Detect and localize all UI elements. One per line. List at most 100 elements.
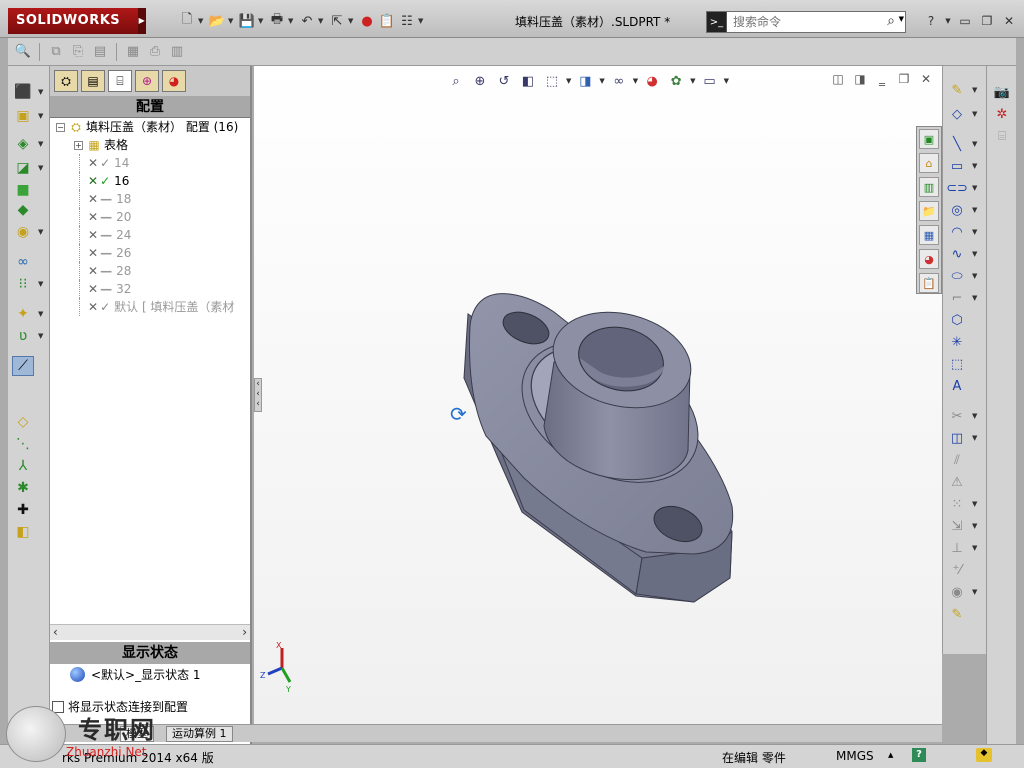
spline-dropdown-icon[interactable]: ▼	[972, 250, 977, 258]
tree-root[interactable]: − ⛭ 填料压盖（素材） 配置 (16)	[50, 118, 250, 136]
config-item[interactable]: ✕ —26	[50, 244, 250, 262]
configuration-manager-tab-icon[interactable]: ⌸	[108, 70, 132, 92]
ellipse-dropdown-icon[interactable]: ▼	[972, 272, 977, 280]
ellipse-icon[interactable]: ⬭	[947, 266, 967, 286]
unit-dropdown-icon[interactable]: ▲	[888, 751, 893, 759]
sweep-icon[interactable]: ◪	[12, 158, 34, 178]
table-icon[interactable]: ▥	[168, 43, 186, 61]
linear-pattern-icon[interactable]: ⁝⁝	[12, 274, 34, 294]
config-item[interactable]: ✕ —18	[50, 190, 250, 208]
sketch-edit-dropdown-icon[interactable]: ▼	[972, 86, 977, 94]
extrude-dropdown-icon[interactable]: ▼	[38, 112, 43, 120]
convert-entities-icon[interactable]: ◫	[947, 428, 967, 448]
print-dropdown-icon[interactable]: ▼	[288, 17, 296, 25]
loft-icon[interactable]: ■	[12, 180, 34, 200]
undo-dropdown-icon[interactable]: ▼	[318, 17, 326, 25]
arc-icon[interactable]: ◠	[947, 222, 967, 242]
search-dropdown-icon[interactable]: ▼	[899, 15, 904, 23]
design-library-icon[interactable]: ▥	[919, 177, 939, 197]
revolve-icon[interactable]: ◈	[12, 134, 34, 154]
camera-icon[interactable]: 📷	[992, 82, 1012, 102]
select-arrow-icon[interactable]: ⇱	[328, 12, 346, 30]
center-of-mass-icon[interactable]: ◧	[12, 522, 34, 542]
curves-dropdown-icon[interactable]: ▼	[38, 332, 43, 340]
new-dropdown-icon[interactable]: ▼	[198, 17, 206, 25]
sketch-dropdown-icon[interactable]: ▼	[38, 88, 43, 96]
sketch-pattern-dropdown-icon[interactable]: ▼	[972, 500, 977, 508]
file-explorer-icon[interactable]: 📁	[919, 201, 939, 221]
sketch-edit-icon[interactable]: ✎	[947, 80, 967, 100]
sweep-dropdown-icon[interactable]: ▼	[38, 164, 43, 172]
extrude-boss-icon[interactable]: ▣	[12, 106, 34, 126]
home-icon[interactable]: ⌂	[919, 153, 939, 173]
move-entities-icon[interactable]: ⇲	[947, 516, 967, 536]
help-icon[interactable]: ?	[922, 12, 940, 30]
relations-dropdown-icon[interactable]: ▼	[972, 544, 977, 552]
config-item[interactable]: ✕ ✓ 默认 [ 填料压盖（素材	[50, 298, 250, 316]
new-document-icon[interactable]: 🗋	[178, 12, 196, 30]
render-icon[interactable]: ✲	[992, 104, 1012, 124]
file-properties-icon[interactable]: 📋	[378, 12, 396, 30]
sketch-point-icon[interactable]: ✳	[947, 332, 967, 352]
snaps-dropdown-icon[interactable]: ▼	[972, 588, 977, 596]
open-dropdown-icon[interactable]: ▼	[228, 17, 236, 25]
instant3d-icon[interactable]: ⟋	[12, 356, 34, 376]
smart-dimension-icon[interactable]: ◇	[947, 104, 967, 124]
move-dropdown-icon[interactable]: ▼	[972, 522, 977, 530]
close-icon[interactable]: ✕	[1000, 12, 1018, 30]
config-item[interactable]: ✕ —20	[50, 208, 250, 226]
pattern-dropdown-icon[interactable]: ▼	[38, 280, 43, 288]
rebuild-traffic-light-icon[interactable]: ●	[358, 12, 376, 30]
menu-arrow-icon[interactable]: ▶	[138, 8, 146, 34]
panel-collapse-handle[interactable]: ‹ ‹ ‹	[254, 378, 262, 412]
expand-icon[interactable]: +	[74, 141, 83, 150]
rotate-view-icon[interactable]: ⟳	[450, 402, 467, 426]
boundary-icon[interactable]: ◆	[12, 200, 34, 220]
display-manager-tab-icon[interactable]: ◕	[162, 70, 186, 92]
select-dropdown-icon[interactable]: ▼	[348, 17, 356, 25]
spline-icon[interactable]: ∿	[947, 244, 967, 264]
search-box[interactable]: >_ ⌕ ▼	[706, 11, 906, 33]
save-icon[interactable]: 💾	[238, 12, 256, 30]
ref-dropdown-icon[interactable]: ▼	[38, 310, 43, 318]
polygon-icon[interactable]: ⬡	[947, 310, 967, 330]
zoom-icon[interactable]: 🔍	[14, 43, 32, 61]
mirror-icon[interactable]: ⚠	[947, 472, 967, 492]
fillet-icon[interactable]: ◉	[12, 222, 34, 242]
print-icon[interactable]: 🖶	[268, 12, 286, 30]
view-palette-icon[interactable]: ▦	[919, 225, 939, 245]
config-item[interactable]: ✕ ✓ 14	[50, 154, 250, 172]
sketch-icon[interactable]: ⬛	[12, 82, 34, 102]
trim-dropdown-icon[interactable]: ▼	[972, 412, 977, 420]
circle-icon[interactable]: ◎	[947, 200, 967, 220]
search-icon[interactable]: ⌕	[887, 13, 895, 29]
scroll-right-icon[interactable]: ›	[242, 625, 247, 639]
quick-snaps-icon[interactable]: ◉	[947, 582, 967, 602]
slot-icon[interactable]: ⊂⊃	[946, 178, 968, 198]
reference-geometry-icon[interactable]: ✦	[12, 304, 34, 324]
graphics-area[interactable]: ⌕ ⊕ ↺ ◧ ⬚▼ ◨▼ ∞▼ ◕ ✿▼ ▭▼ ◫ ◨ ‗ ❐ ✕	[254, 66, 942, 724]
solidworks-logo[interactable]: SOLIDWORKS ▶	[8, 8, 146, 34]
solidworks-resources-icon[interactable]: ▣	[919, 129, 939, 149]
config-item[interactable]: ✕ —28	[50, 262, 250, 280]
tag-icon[interactable]: ◆	[976, 748, 992, 762]
copy-icon[interactable]: ⧉	[47, 43, 65, 61]
pattern-icon[interactable]: ∞	[12, 252, 34, 272]
restore-icon[interactable]: ❐	[978, 12, 996, 30]
options-icon[interactable]: ☷	[398, 12, 416, 30]
feature-manager-tab-icon[interactable]: ⛭	[54, 70, 78, 92]
rapid-sketch-icon[interactable]: ✎	[947, 604, 967, 624]
trim-icon[interactable]: ✂	[947, 406, 967, 426]
fillet-sketch-dropdown-icon[interactable]: ▼	[972, 294, 977, 302]
plane-icon[interactable]: ◇	[12, 412, 34, 432]
line-dropdown-icon[interactable]: ▼	[972, 140, 977, 148]
line-icon[interactable]: ╲	[947, 134, 967, 154]
mate-reference-icon[interactable]: ✚	[12, 500, 34, 520]
layout-icon[interactable]: ▦	[124, 43, 142, 61]
collapse-icon[interactable]: −	[56, 123, 65, 132]
display-state-item[interactable]: <默认>_显示状态 1	[70, 666, 201, 683]
paste-icon[interactable]: ⎘	[69, 43, 87, 61]
search-input[interactable]	[727, 13, 867, 31]
dimension-dropdown-icon[interactable]: ▼	[972, 110, 977, 118]
undo-icon[interactable]: ↶	[298, 12, 316, 30]
